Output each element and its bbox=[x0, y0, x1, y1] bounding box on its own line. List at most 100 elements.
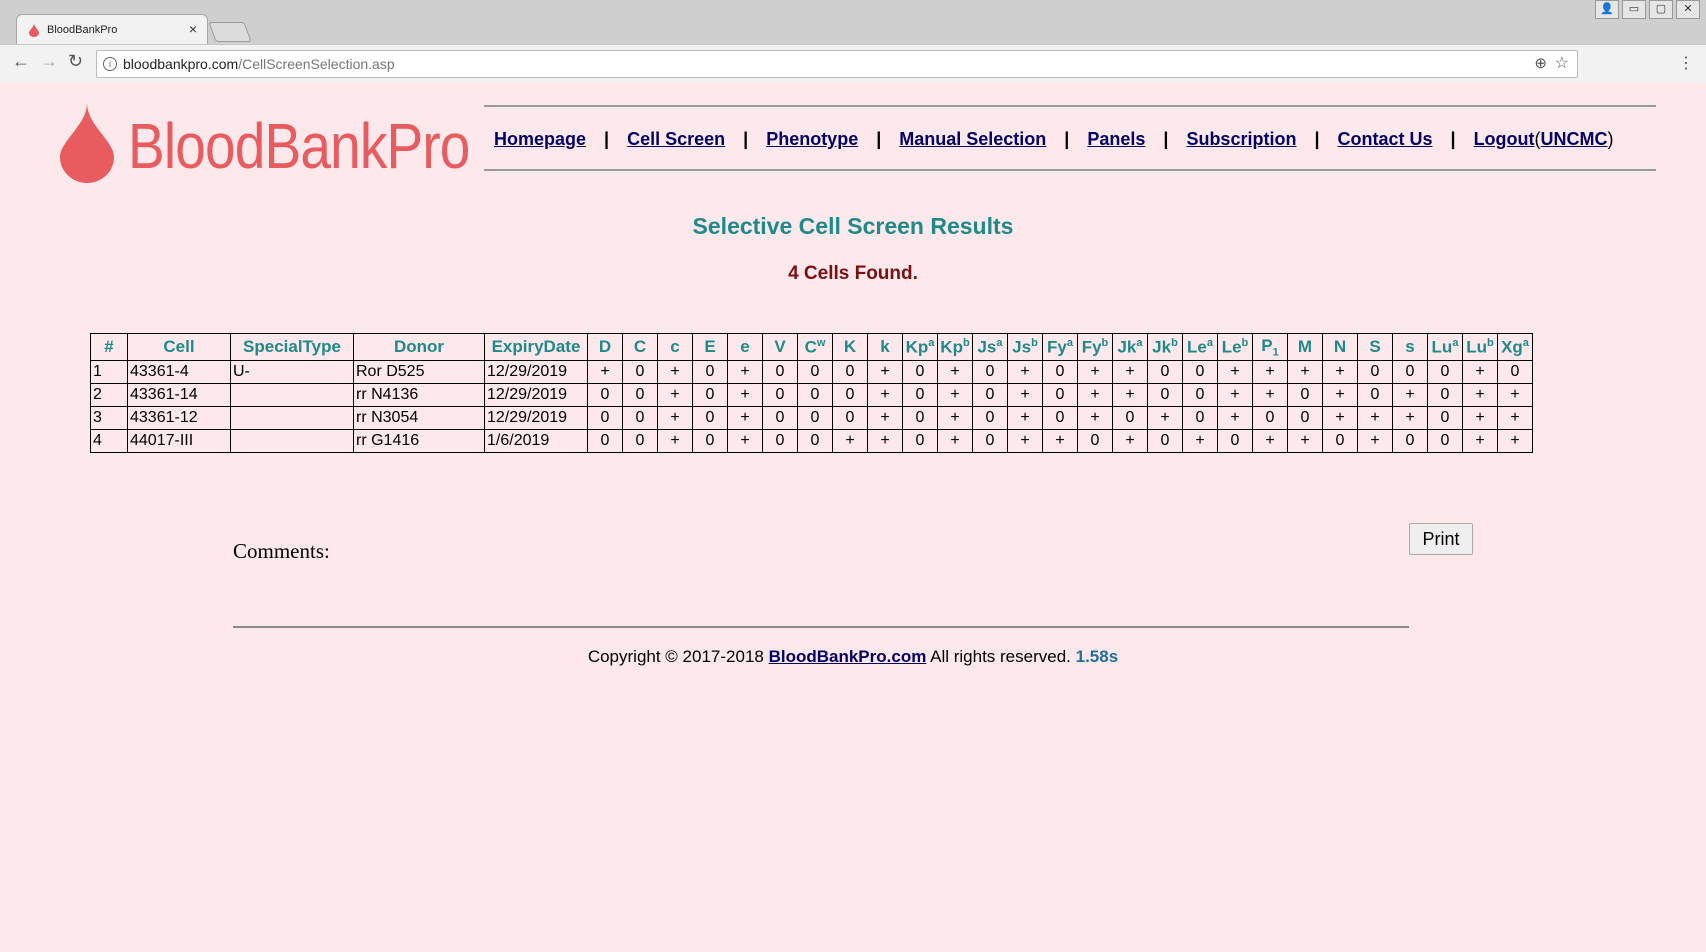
table-cell: + bbox=[1322, 360, 1358, 384]
browser-toolbar: ← → ↻ i bloodbankpro.com/CellScreenSelec… bbox=[0, 44, 1706, 83]
site-info-icon[interactable]: i bbox=[103, 57, 117, 71]
browser-menu-icon[interactable]: ⋮ bbox=[1678, 53, 1694, 73]
table-cell: 0 bbox=[797, 429, 833, 453]
column-header: D bbox=[587, 333, 623, 361]
tab-title: BloodBankPro bbox=[47, 24, 118, 36]
table-cell: 0 bbox=[587, 406, 623, 430]
nav-link-manual-selection[interactable]: Manual Selection bbox=[899, 129, 1046, 149]
nav-link-panels[interactable]: Panels bbox=[1087, 129, 1145, 149]
table-cell: 0 bbox=[1287, 406, 1323, 430]
table-cell: rr N4136 bbox=[353, 383, 485, 407]
table-cell: + bbox=[867, 383, 903, 407]
footer-copyright: Copyright © 2017-2018 bbox=[587, 647, 769, 666]
nav-links: Homepage | Cell Screen | Phenotype | Manual Se… bbox=[494, 129, 1614, 150]
table-cell: 1 bbox=[90, 360, 128, 384]
table-cell: + bbox=[1287, 360, 1323, 384]
table-cell: + bbox=[1112, 383, 1148, 407]
bookmark-star-icon[interactable]: ☆ bbox=[1555, 51, 1569, 77]
column-header: V bbox=[762, 333, 798, 361]
footer: Copyright © 2017-2018 BloodBankPro.com A… bbox=[4, 647, 1702, 667]
table-cell: 44017-III bbox=[127, 429, 231, 453]
table-cell: + bbox=[657, 429, 693, 453]
table-cell: 0 bbox=[902, 429, 938, 453]
column-header: e bbox=[727, 333, 763, 361]
site-logo[interactable]: BloodBankPro bbox=[60, 103, 470, 183]
table-cell: 0 bbox=[692, 406, 728, 430]
nav-link-subscription[interactable]: Subscription bbox=[1186, 129, 1296, 149]
nav-separator: | bbox=[876, 129, 882, 149]
table-cell: 0 bbox=[1182, 406, 1218, 430]
browser-tab[interactable]: BloodBankPro × bbox=[16, 14, 208, 45]
table-cell: rr G1416 bbox=[353, 429, 485, 453]
table-cell: + bbox=[1462, 429, 1498, 453]
nav-link-contact-us[interactable]: Contact Us bbox=[1338, 129, 1433, 149]
table-cell: + bbox=[1112, 360, 1148, 384]
column-header: Kpb bbox=[937, 333, 973, 361]
back-arrow-icon[interactable]: ← bbox=[12, 51, 30, 72]
new-tab-button[interactable] bbox=[208, 22, 252, 42]
nav-link-logout[interactable]: Logout bbox=[1474, 129, 1535, 149]
table-cell: + bbox=[1217, 360, 1253, 384]
table-cell: + bbox=[1357, 406, 1393, 430]
table-cell: 0 bbox=[1112, 406, 1148, 430]
table-row: 1 43361-4 U- Ror D525 12/29/2019 +0 +0 +0 0 0 +0 +0… bbox=[90, 360, 1533, 384]
table-cell: 0 bbox=[972, 429, 1008, 453]
table-cell: 0 bbox=[1042, 360, 1078, 384]
table-row: 4 44017-III rr G1416 1/6/2019 0 0 +0 +0 0 + +0 +0 + +… bbox=[90, 429, 1533, 453]
table-cell: 0 bbox=[1252, 406, 1288, 430]
reload-icon[interactable]: ↻ bbox=[68, 51, 83, 72]
profile-icon[interactable]: 👤 bbox=[1595, 0, 1619, 19]
result-count: 4 Cells Found. bbox=[788, 263, 918, 284]
table-cell: 0 bbox=[622, 383, 658, 407]
table-cell: 0 bbox=[762, 360, 798, 384]
nav-separator: | bbox=[1064, 129, 1070, 149]
column-header: Leb bbox=[1217, 333, 1253, 361]
table-cell: 0 bbox=[1497, 360, 1533, 384]
minimize-icon[interactable]: ▭ bbox=[1622, 0, 1646, 19]
table-cell: 0 bbox=[1042, 406, 1078, 430]
column-header: c bbox=[657, 333, 693, 361]
table-cell: + bbox=[832, 429, 868, 453]
nav-user-link[interactable]: UNCMC bbox=[1541, 129, 1608, 149]
nav-separator: | bbox=[1163, 129, 1169, 149]
column-header: Jka bbox=[1112, 333, 1148, 361]
column-header: ExpiryDate bbox=[484, 333, 588, 361]
address-bar[interactable]: i bloodbankpro.com/CellScreenSelection.a… bbox=[96, 50, 1578, 78]
tab-close-icon[interactable]: × bbox=[189, 21, 197, 37]
table-cell: + bbox=[1077, 383, 1113, 407]
table-row: 3 43361-12 rr N3054 12/29/2019 0 0 +0 +0 0 0 +0 +0 +… bbox=[90, 406, 1533, 430]
table-cell: + bbox=[1252, 383, 1288, 407]
column-header: Cell bbox=[127, 333, 231, 361]
footer-link[interactable]: BloodBankPro.com bbox=[769, 647, 927, 666]
nav-link-homepage[interactable]: Homepage bbox=[494, 129, 586, 149]
table-cell: 43361-14 bbox=[127, 383, 231, 407]
table-cell: 0 bbox=[797, 360, 833, 384]
table-cell: + bbox=[727, 383, 763, 407]
column-header: P1 bbox=[1252, 333, 1288, 361]
table-cell: 0 bbox=[1427, 383, 1463, 407]
table-cell: 0 bbox=[972, 406, 1008, 430]
table-cell: + bbox=[1252, 429, 1288, 453]
table-cell: 1/6/2019 bbox=[484, 429, 588, 453]
zoom-icon[interactable]: ⊕ bbox=[1534, 51, 1547, 77]
print-button[interactable]: Print bbox=[1409, 523, 1473, 555]
window-close-icon[interactable]: ✕ bbox=[1676, 0, 1700, 19]
table-cell: + bbox=[867, 360, 903, 384]
nav-link-cell-screen[interactable]: Cell Screen bbox=[627, 129, 725, 149]
maximize-icon[interactable]: ▢ bbox=[1649, 0, 1673, 19]
column-header: Kpa bbox=[902, 333, 938, 361]
table-cell: + bbox=[1497, 406, 1533, 430]
table-cell: 0 bbox=[1182, 360, 1218, 384]
column-header: Fyb bbox=[1077, 333, 1113, 361]
forward-arrow-icon[interactable]: → bbox=[40, 51, 58, 72]
table-cell: 0 bbox=[1427, 360, 1463, 384]
column-header: C bbox=[622, 333, 658, 361]
nav-link-phenotype[interactable]: Phenotype bbox=[766, 129, 858, 149]
table-cell: 0 bbox=[692, 383, 728, 407]
url-host: bloodbankpro.com bbox=[123, 56, 239, 72]
table-cell: 0 bbox=[1357, 383, 1393, 407]
table-cell: 0 bbox=[587, 383, 623, 407]
table-cell: + bbox=[727, 360, 763, 384]
table-cell: 0 bbox=[622, 406, 658, 430]
column-header: Lub bbox=[1462, 333, 1498, 361]
